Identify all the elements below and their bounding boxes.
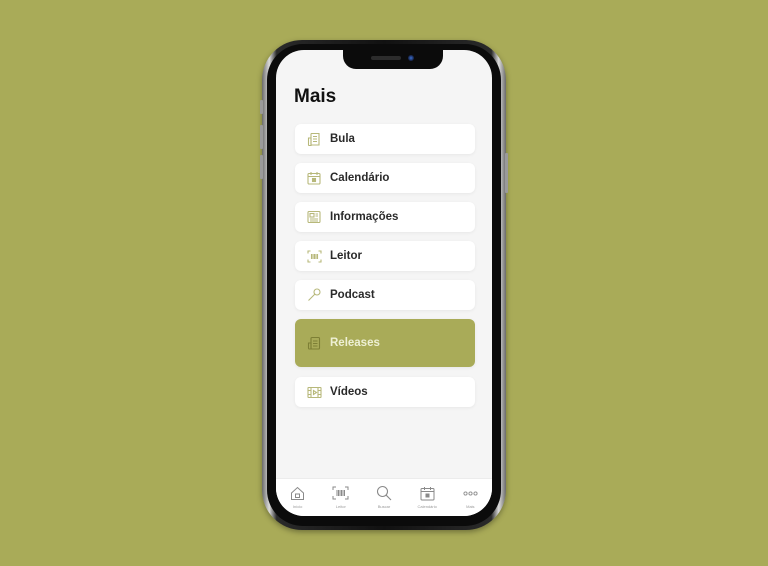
tab-label: Leitor [335,504,346,509]
bottom-tab-bar: Início Leitor Buscar Calendário Mais [276,478,492,516]
mute-switch [260,100,263,114]
search-icon [375,485,393,501]
newspaper-icon [306,209,322,225]
volume-down-button [260,155,263,179]
phone-screen: Mais Bula Calendário Informações Leitor [276,50,492,516]
power-button [505,153,508,193]
menu-item-informacoes[interactable]: Informações [295,202,475,232]
calendar-icon [418,485,436,501]
tab-label: Buscar [377,504,391,509]
menu-item-calendario[interactable]: Calendário [295,163,475,193]
microphone-icon [306,287,322,303]
tab-leitor[interactable]: Leitor [321,485,361,509]
document-icon [306,131,322,147]
menu-item-label: Calendário [330,172,390,184]
menu-item-releases[interactable]: Releases [295,319,475,367]
speaker-grille [371,56,401,60]
menu-item-label: Vídeos [330,386,368,398]
menu-item-leitor[interactable]: Leitor [295,241,475,271]
menu-item-label: Podcast [330,289,375,301]
tab-label: Mais [466,504,475,509]
tab-label: Calendário [417,504,437,509]
menu-item-bula[interactable]: Bula [295,124,475,154]
tab-label: Início [292,504,303,509]
more-dots-icon [461,485,479,501]
notch [343,50,443,69]
release-doc-icon [306,335,322,351]
menu-item-label: Informações [330,211,399,223]
barcode-scan-icon [306,248,322,264]
more-menu: Bula Calendário Informações Leitor Podca [295,124,475,416]
menu-item-videos[interactable]: Vídeos [295,377,475,407]
barcode-scan-icon [332,485,350,501]
tab-calendario[interactable]: Calendário [407,485,447,509]
home-icon [289,485,307,501]
menu-item-label: Leitor [330,250,362,262]
volume-up-button [260,125,263,149]
film-icon [306,384,322,400]
menu-item-podcast[interactable]: Podcast [295,280,475,310]
tab-inicio[interactable]: Início [278,485,318,509]
front-camera [408,55,414,61]
page-title: Mais [294,86,337,107]
tab-mais[interactable]: Mais [450,485,490,509]
tab-buscar[interactable]: Buscar [364,485,404,509]
menu-item-label: Bula [330,133,355,145]
calendar-icon [306,170,322,186]
menu-item-label: Releases [330,337,380,349]
